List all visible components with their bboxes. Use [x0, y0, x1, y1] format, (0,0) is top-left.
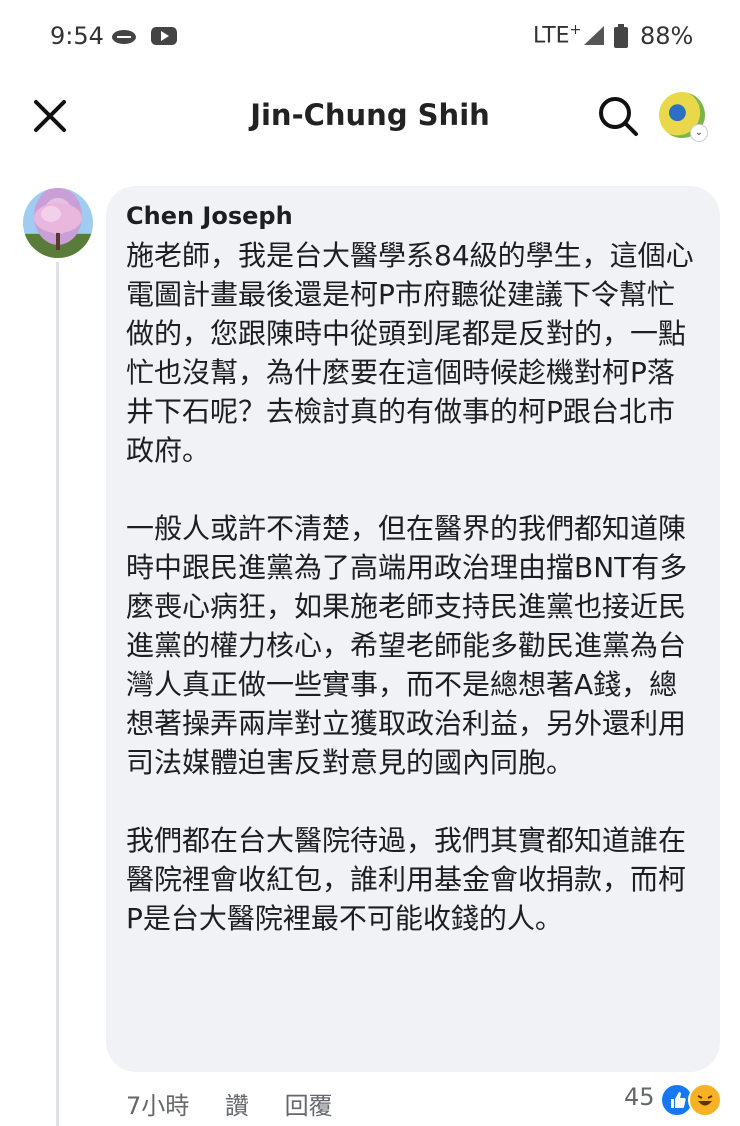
- battery-percent: 88%: [640, 22, 694, 50]
- search-icon: [599, 97, 638, 136]
- comment-paragraph: 我們都在台大醫院待過，我們其實都知道誰在醫院裡會收紅包，誰利用基金會收捐款，而柯…: [126, 824, 687, 935]
- youtube-icon: [150, 26, 178, 50]
- commenter-avatar[interactable]: [23, 188, 93, 258]
- app-header: Jin-Chung Shih ⌄: [0, 72, 740, 162]
- network-type: LTE+: [533, 22, 582, 49]
- like-button[interactable]: 讚: [225, 1092, 249, 1120]
- comment-paragraph: 施老師，我是台大醫學系84級的學生，這個心電圖計畫最後還是柯P市府聽從建議下令幫…: [126, 239, 694, 467]
- haha-icon: [688, 1083, 722, 1117]
- status-bar: 9:54 LTE+ 88%: [0, 0, 740, 72]
- thread-line: [56, 262, 59, 1126]
- signal-icon: [582, 25, 606, 51]
- comment-paragraph: 一般人或許不清楚，但在醫界的我們都知道陳時中跟民進黨為了高端用政治理由擋BNT有…: [126, 512, 688, 779]
- comment-actions: 7小時 讚 回覆: [126, 1086, 361, 1121]
- comment-body: 施老師，我是台大醫學系84級的學生，這個心電圖計畫最後還是柯P市府聽從建議下令幫…: [126, 236, 696, 938]
- comment-author[interactable]: Chen Joseph: [126, 202, 293, 230]
- comment-timestamp: 7小時: [126, 1092, 190, 1120]
- status-time: 9:54: [50, 22, 104, 50]
- reply-button[interactable]: 回覆: [285, 1092, 333, 1120]
- cloud-icon: [110, 26, 138, 50]
- reaction-count[interactable]: 45: [624, 1083, 655, 1111]
- chevron-down-icon: ⌄: [690, 124, 708, 142]
- search-button[interactable]: [596, 94, 640, 138]
- battery-icon: [614, 24, 628, 52]
